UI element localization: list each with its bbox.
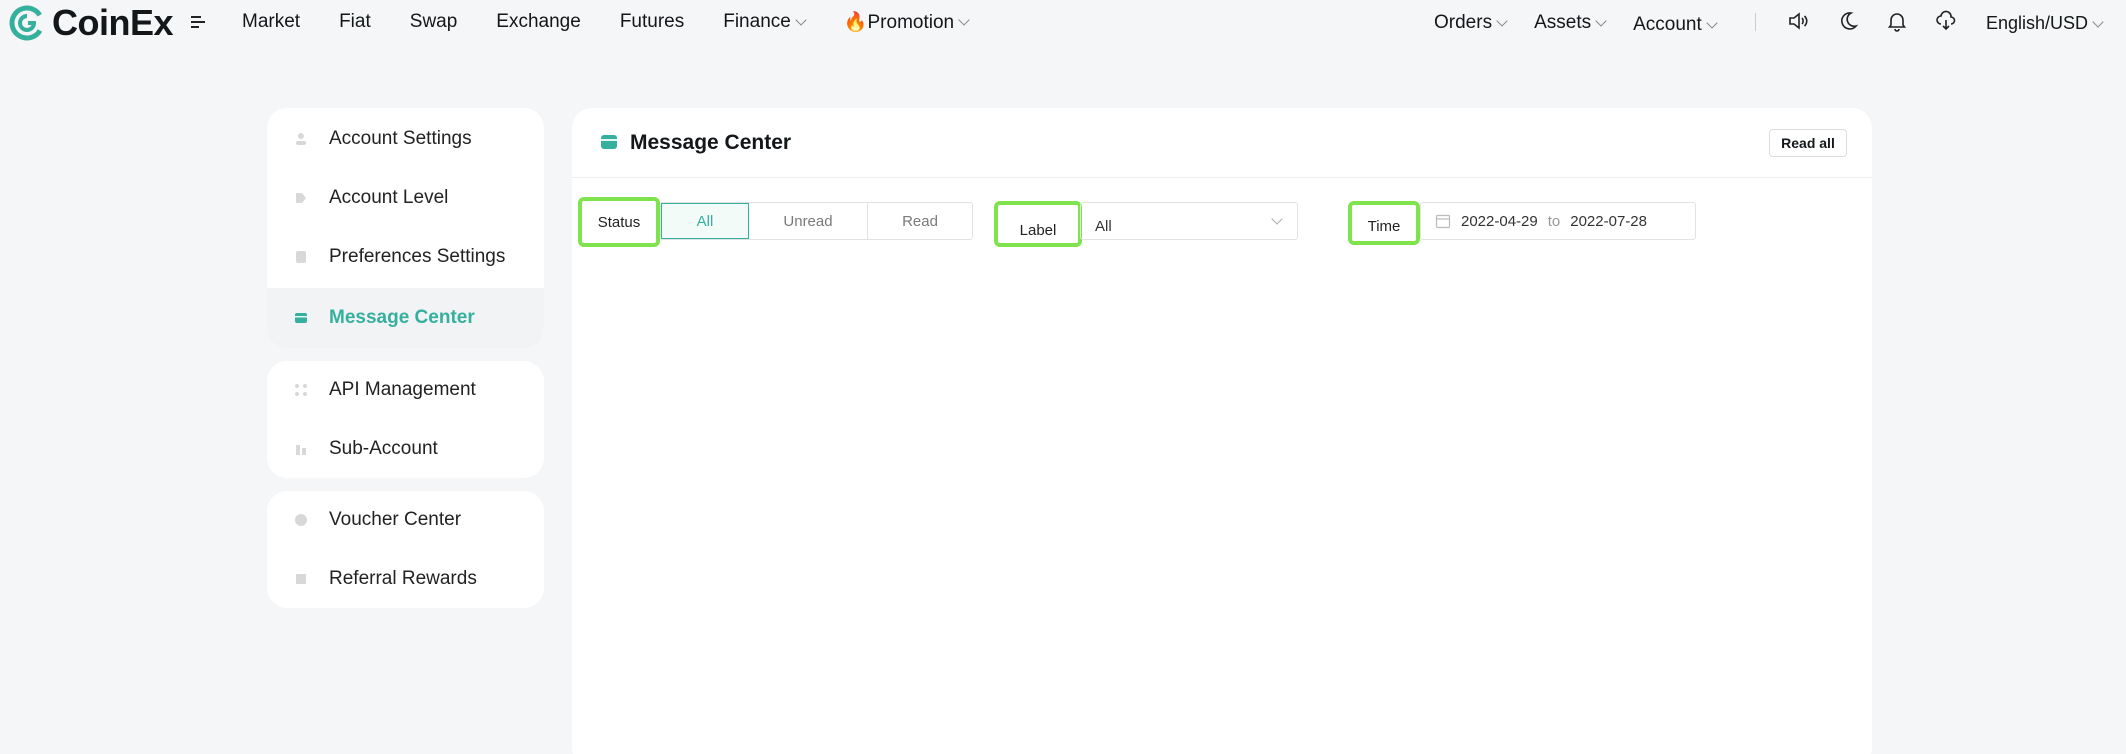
voucher-icon — [295, 514, 307, 526]
nav-market-label: Market — [242, 11, 301, 32]
language-label: English/USD — [1986, 13, 2089, 33]
nav-futures[interactable]: Futures — [620, 10, 684, 34]
nav-promotion[interactable]: 🔥Promotion — [843, 10, 970, 34]
chevron-down-icon — [1706, 17, 1718, 29]
sidebar-item-label: Referral Rewards — [329, 568, 477, 589]
moon-icon[interactable] — [1836, 9, 1860, 33]
date-to[interactable]: 2022-07-28 — [1570, 213, 1647, 230]
chevron-down-icon — [1271, 213, 1283, 225]
user-icon — [296, 133, 306, 145]
referral-icon — [296, 574, 306, 584]
chevron-down-icon — [795, 14, 807, 26]
download-icon[interactable] — [1934, 9, 1958, 33]
chevron-down-icon — [958, 14, 970, 26]
logo-text: CoinEx — [52, 2, 174, 43]
time-filter-label: Time — [1348, 201, 1420, 245]
top-navigation: CoinEx Market Fiat Swap Exchange Futures… — [0, 0, 2126, 46]
status-option-unread[interactable]: Unread — [749, 203, 868, 239]
message-icon — [601, 135, 617, 149]
sidebar-item-sub-account[interactable]: Sub-Account — [267, 420, 544, 478]
nav-exchange-label: Exchange — [496, 11, 581, 32]
level-icon — [296, 193, 306, 203]
message-center-panel: Message Center Read all Status All Unrea… — [572, 108, 1872, 754]
sidebar-item-label: Account Level — [329, 187, 449, 208]
nav-swap[interactable]: Swap — [410, 10, 458, 34]
nav-finance-label: Finance — [723, 11, 791, 32]
nav-exchange[interactable]: Exchange — [496, 10, 581, 34]
nav-finance[interactable]: Finance — [723, 10, 807, 34]
nav-fiat-label: Fiat — [339, 11, 371, 32]
nav-account-label: Account — [1633, 14, 1702, 35]
status-option-all[interactable]: All — [661, 203, 749, 239]
read-all-button[interactable]: Read all — [1769, 129, 1847, 157]
label-select[interactable]: All — [1080, 202, 1298, 240]
chevron-down-icon — [2092, 15, 2104, 28]
sidebar-item-account-level[interactable]: Account Level — [267, 169, 544, 227]
api-icon — [295, 384, 307, 396]
panel-header: Message Center Read all — [572, 108, 1872, 178]
nav-orders[interactable]: Orders — [1434, 12, 1508, 34]
sidebar-item-preferences-settings[interactable]: Preferences Settings — [267, 228, 544, 286]
sidebar-group-rewards: Voucher Center Referral Rewards — [267, 491, 544, 608]
nav-divider — [1755, 13, 1756, 31]
nav-orders-label: Orders — [1434, 12, 1493, 33]
sidebar-item-account-settings[interactable]: Account Settings — [267, 110, 544, 168]
page-title: Message Center — [630, 131, 792, 154]
sidebar-group-account: Account Settings Account Level Preferenc… — [267, 108, 544, 348]
nav-assets[interactable]: Assets — [1534, 12, 1607, 34]
coinex-logo-icon — [9, 5, 45, 41]
sidebar-item-referral-rewards[interactable]: Referral Rewards — [267, 550, 544, 608]
main-nav: Market Fiat Swap Exchange Futures Financ… — [242, 10, 1007, 34]
nav-assets-label: Assets — [1534, 12, 1592, 33]
sound-icon[interactable] — [1786, 9, 1810, 33]
date-from[interactable]: 2022-04-29 — [1461, 213, 1538, 230]
sidebar-item-label: Sub-Account — [329, 438, 438, 459]
menu-icon[interactable] — [190, 14, 206, 30]
sidebar-item-label: API Management — [329, 379, 476, 400]
status-segmented-control: All Unread Read — [660, 202, 973, 240]
nav-swap-label: Swap — [409, 11, 458, 32]
status-option-read[interactable]: Read — [868, 203, 972, 239]
label-filter-label: Label — [994, 201, 1082, 247]
sidebar-item-message-center[interactable]: Message Center — [267, 288, 544, 348]
nav-fiat[interactable]: Fiat — [339, 10, 371, 34]
sidebar-group-api: API Management Sub-Account — [267, 361, 544, 478]
user-nav: Orders Assets Account — [1434, 10, 1755, 36]
label-select-value: All — [1095, 217, 1112, 235]
language-label-wrap: English/USD — [1986, 13, 2104, 34]
bell-icon[interactable] — [1885, 9, 1909, 33]
sidebar-item-label: Account Settings — [329, 128, 472, 149]
date-to-separator: to — [1547, 212, 1561, 230]
calendar-icon — [1435, 214, 1451, 229]
sub-account-icon — [296, 445, 306, 455]
nav-futures-label: Futures — [619, 11, 685, 32]
sidebar-item-api-management[interactable]: API Management — [267, 361, 544, 419]
sidebar-item-label: Preferences Settings — [329, 246, 506, 267]
date-range-picker[interactable]: 2022-04-29 to 2022-07-28 — [1420, 202, 1696, 240]
message-icon — [295, 313, 307, 323]
language-selector[interactable]: English/USD — [1986, 13, 2104, 34]
chevron-down-icon — [1595, 15, 1607, 27]
nav-promotion-label: 🔥Promotion — [843, 12, 955, 33]
preferences-icon — [296, 251, 306, 263]
nav-market[interactable]: Market — [242, 10, 300, 34]
sidebar-item-voucher-center[interactable]: Voucher Center — [267, 491, 544, 549]
coinex-logo[interactable]: CoinEx — [8, 2, 174, 44]
status-filter-label: Status — [578, 197, 660, 247]
sidebar-item-label: Voucher Center — [329, 509, 462, 530]
sidebar-item-label: Message Center — [329, 307, 475, 328]
chevron-down-icon — [1496, 15, 1508, 27]
nav-account[interactable]: Account — [1633, 14, 1718, 36]
